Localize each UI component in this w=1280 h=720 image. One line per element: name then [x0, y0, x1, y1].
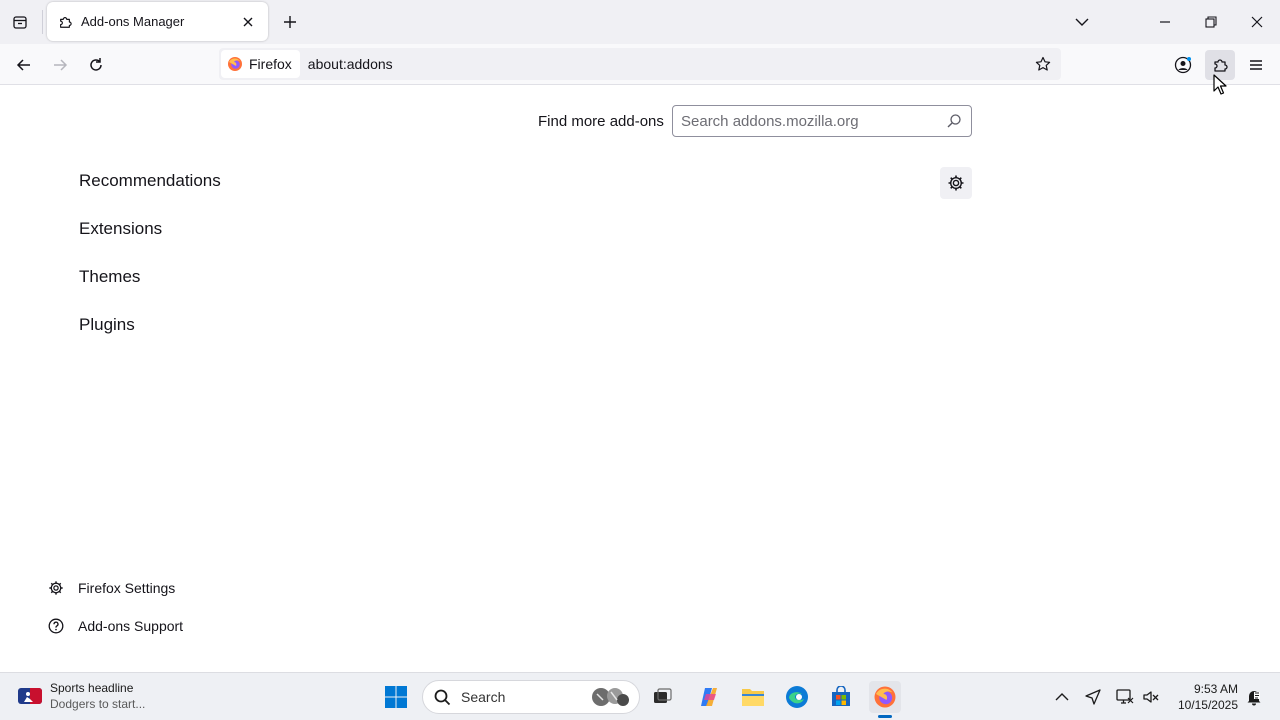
task-view-button[interactable]	[646, 681, 678, 713]
clock-time: 9:53 AM	[1193, 682, 1238, 696]
chevron-up-icon	[1055, 693, 1069, 701]
close-icon	[1251, 16, 1263, 28]
arrow-left-icon	[16, 59, 30, 71]
addons-manager-page: Find more add-ons Recommendations Extens…	[0, 85, 1280, 672]
navigation-toolbar: Firefox about:addons	[0, 44, 1280, 85]
close-icon[interactable]	[238, 12, 258, 32]
star-icon	[1035, 56, 1051, 71]
identity-box[interactable]: Firefox	[221, 50, 300, 78]
tab-title: Add-ons Manager	[81, 14, 185, 29]
firefox-logo-icon	[228, 57, 242, 71]
copilot-icon	[701, 688, 717, 706]
tab-strip: Add-ons Manager	[0, 0, 1280, 44]
tools-for-all-addons-button[interactable]	[940, 167, 972, 199]
category-themes[interactable]: Themes	[79, 266, 221, 314]
notification-bell-icon	[1247, 691, 1261, 706]
restore-button[interactable]	[1188, 0, 1234, 44]
news-widget[interactable]: Sports headline Dodgers to start...	[18, 680, 145, 712]
hamburger-menu-icon	[1250, 60, 1262, 70]
microsoft-store-button[interactable]	[825, 681, 857, 713]
forward-button[interactable]	[45, 50, 75, 80]
windows-logo-icon	[385, 686, 407, 708]
category-plugins[interactable]: Plugins	[79, 314, 221, 362]
addons-support-label: Add-ons Support	[78, 618, 184, 634]
reload-icon	[90, 58, 102, 71]
search-icon[interactable]	[945, 112, 963, 130]
restore-icon	[1205, 16, 1217, 28]
edge-icon	[786, 686, 808, 708]
minimize-button[interactable]	[1142, 0, 1188, 44]
arrow-right-icon	[54, 59, 68, 71]
firefox-logo-icon	[874, 686, 896, 708]
account-icon	[1174, 56, 1192, 74]
notifications-button[interactable]	[1242, 685, 1266, 709]
widget-title: Sports headline	[50, 681, 134, 695]
puzzle-icon	[1214, 59, 1228, 72]
firefox-settings-label: Firefox Settings	[78, 580, 176, 596]
firefox-view-icon	[13, 16, 27, 29]
mlb-logo-icon	[18, 688, 42, 704]
active-app-indicator	[878, 715, 892, 718]
new-tab-button[interactable]	[276, 8, 304, 36]
firefox-taskbar-button[interactable]	[869, 681, 901, 713]
category-list: Recommendations Extensions Themes Plugin…	[79, 170, 221, 362]
start-button[interactable]	[380, 681, 412, 713]
system-clock[interactable]: 9:53 AM 10/15/2025	[1168, 681, 1238, 713]
firefox-view-button[interactable]	[6, 8, 34, 36]
mouse-cursor-icon	[1213, 74, 1227, 95]
back-button[interactable]	[9, 50, 39, 80]
account-button[interactable]	[1168, 50, 1198, 80]
edge-button[interactable]	[781, 681, 813, 713]
minimize-icon	[1160, 21, 1170, 23]
taskbar-search[interactable]: Search	[422, 680, 640, 714]
task-view-icon	[654, 688, 672, 703]
find-more-label: Find more add-ons	[538, 113, 664, 130]
addons-support-link[interactable]: Add-ons Support	[47, 607, 183, 645]
windows-taskbar: Sports headline Dodgers to start... Sear…	[0, 672, 1280, 720]
network-tray-button[interactable]	[1113, 685, 1137, 709]
app-menu-button[interactable]	[1241, 50, 1271, 80]
addons-search-box[interactable]	[672, 105, 972, 137]
list-all-tabs-button[interactable]	[1059, 0, 1105, 44]
location-arrow-icon	[1085, 689, 1101, 705]
category-recommendations[interactable]: Recommendations	[79, 170, 221, 218]
gear-icon	[47, 579, 65, 597]
file-explorer-button[interactable]	[737, 681, 769, 713]
reload-button[interactable]	[81, 50, 111, 80]
clock-date: 10/15/2025	[1177, 698, 1238, 712]
store-icon	[832, 686, 850, 706]
firefox-settings-link[interactable]: Firefox Settings	[47, 569, 183, 607]
show-hidden-icons-button[interactable]	[1050, 685, 1074, 709]
tab-addons-manager[interactable]: Add-ons Manager	[47, 2, 268, 41]
network-icon	[1116, 689, 1134, 704]
help-icon	[47, 617, 65, 635]
url-text[interactable]: about:addons	[308, 56, 393, 72]
chevron-down-icon	[1075, 18, 1089, 26]
search-icon	[434, 689, 451, 706]
sidebar-footer: Firefox Settings Add-ons Support	[47, 569, 183, 645]
folder-icon	[742, 689, 764, 706]
url-bar[interactable]: Firefox about:addons	[219, 48, 1061, 80]
volume-tray-button[interactable]	[1139, 685, 1163, 709]
widget-subtitle: Dodgers to start...	[50, 697, 146, 711]
search-highlight-icon	[589, 684, 633, 710]
addons-search-input[interactable]	[681, 112, 945, 130]
speaker-muted-icon	[1143, 691, 1159, 703]
gear-icon	[948, 175, 964, 191]
taskbar-search-label: Search	[461, 689, 506, 705]
puzzle-icon	[57, 14, 73, 30]
bookmark-button[interactable]	[1029, 50, 1057, 78]
location-tray-button[interactable]	[1081, 685, 1105, 709]
copilot-button[interactable]	[693, 681, 725, 713]
identity-label: Firefox	[249, 56, 292, 72]
close-window-button[interactable]	[1234, 0, 1280, 44]
category-extensions[interactable]: Extensions	[79, 218, 221, 266]
tab-separator	[42, 10, 43, 34]
plus-icon	[284, 16, 296, 28]
